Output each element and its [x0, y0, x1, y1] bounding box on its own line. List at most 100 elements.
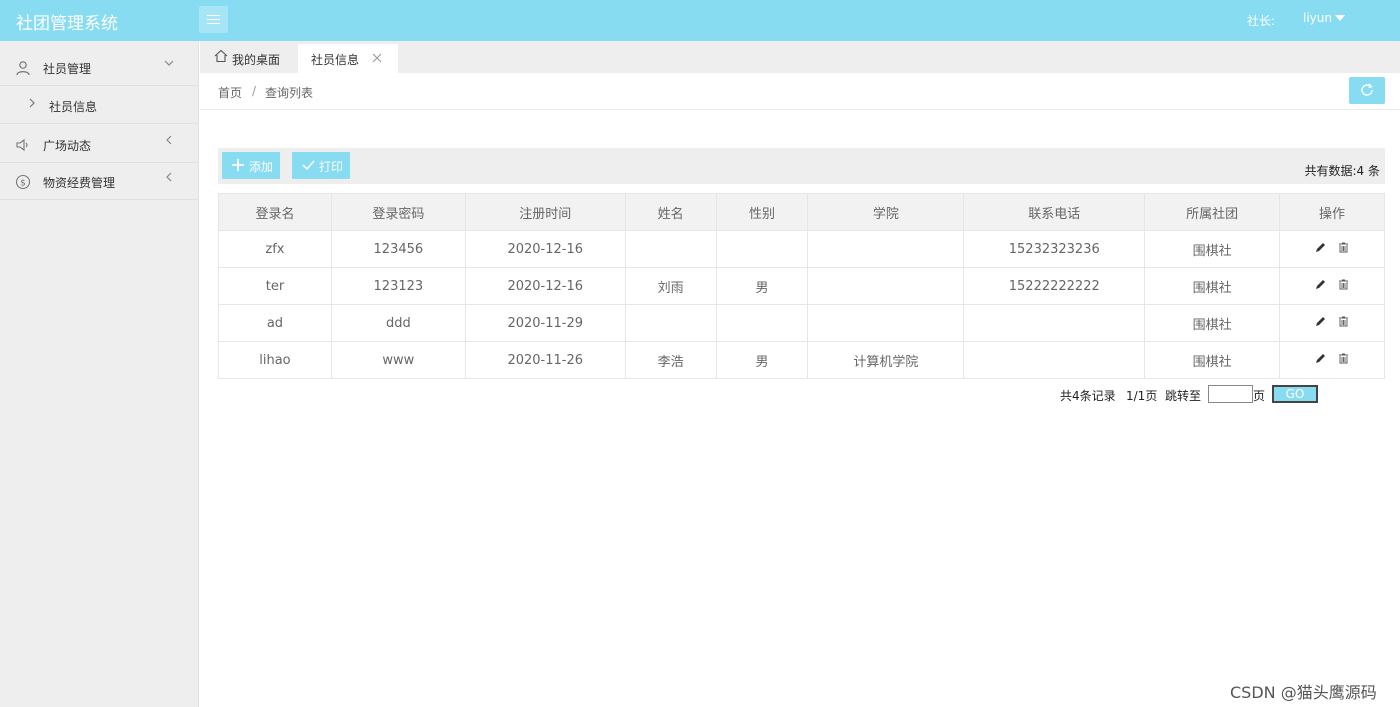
member-table: 登录名 登录密码 注册时间 姓名 性别 学院 联系电话 所属社团 操作 zfx … [218, 193, 1385, 379]
pager-page-unit: 页 [1253, 389, 1266, 403]
tab-bar: 我的桌面 社员信息 [200, 41, 1400, 73]
table-cell: www [330, 341, 466, 379]
table-cell: lihao [218, 341, 332, 379]
edit-icon[interactable] [1315, 316, 1326, 330]
top-header: 社团管理系统 社长: liyun [0, 0, 1400, 41]
sidebar-item-square-news[interactable]: 广场动态 [0, 126, 198, 163]
table-cell [715, 304, 809, 342]
table-cell: zfx [218, 230, 332, 268]
table-cell: 15222222222 [963, 267, 1146, 305]
column-header: 登录名 [218, 193, 332, 231]
print-button-label: 打印 [319, 160, 344, 174]
table-row: ad ddd 2020-11-29 围棋社 [218, 304, 1385, 342]
table-cell: 刘雨 [624, 267, 717, 305]
pager-jump-label: 跳转至 [1165, 389, 1202, 403]
sidebar-item-label: 物资经费管理 [43, 176, 116, 190]
menu-toggle-button[interactable] [199, 6, 228, 33]
sidebar-item-materials-funds[interactable]: $ 物资经费管理 [0, 163, 198, 200]
chevron-down-icon [163, 57, 175, 72]
trash-icon[interactable] [1338, 242, 1349, 256]
table-cell: 123456 [330, 230, 466, 268]
sidebar-item-label: 广场动态 [43, 139, 92, 153]
sidebar-subitem-label: 社员信息 [49, 100, 98, 114]
actions-cell [1279, 304, 1385, 342]
breadcrumb-bar: 首页 / 查询列表 [200, 73, 1400, 110]
actions-cell [1279, 230, 1385, 268]
add-button-label: 添加 [249, 160, 274, 174]
chevron-left-icon [163, 134, 175, 149]
breadcrumb-home[interactable]: 首页 [218, 84, 242, 101]
table-cell: ter [218, 267, 332, 305]
breadcrumb-separator: / [252, 84, 257, 98]
table-cell: ad [218, 304, 332, 342]
trash-icon[interactable] [1338, 316, 1349, 330]
table-cell: 2020-11-29 [464, 304, 626, 342]
sidebar-item-member-management[interactable]: 社员管理 [0, 49, 198, 86]
tab-label: 社员信息 [311, 53, 360, 67]
print-button[interactable]: 打印 [292, 152, 350, 179]
table-cell: 围棋社 [1144, 267, 1281, 305]
sidebar-item-label: 社员管理 [43, 62, 92, 76]
user-role-label: 社长: [1247, 14, 1276, 28]
tab-my-desktop[interactable]: 我的桌面 [200, 44, 296, 73]
actions-cell [1279, 341, 1385, 379]
user-name-menu[interactable]: liyun [1303, 11, 1332, 25]
table-header-row: 登录名 登录密码 注册时间 姓名 性别 学院 联系电话 所属社团 操作 [218, 193, 1385, 231]
table-cell: 2020-12-16 [464, 230, 626, 268]
trash-icon[interactable] [1338, 279, 1349, 293]
action-toolbar: 添加 打印 共有数据:4 条 [218, 148, 1385, 184]
chevron-right-icon [27, 97, 37, 112]
page-jump-input[interactable] [1208, 385, 1253, 403]
table-cell [715, 230, 809, 268]
edit-icon[interactable] [1315, 279, 1326, 293]
edit-icon[interactable] [1315, 242, 1326, 256]
table-cell [624, 304, 717, 342]
trash-icon[interactable] [1338, 353, 1349, 367]
close-icon[interactable] [372, 50, 382, 67]
table-cell: 2020-11-26 [464, 341, 626, 379]
table-row: ter 123123 2020-12-16 刘雨 男 15222222222 围… [218, 267, 1385, 305]
total-count: 共有数据:4 条 [1304, 164, 1381, 178]
column-header: 学院 [807, 193, 965, 231]
column-header: 所属社团 [1144, 193, 1281, 231]
caret-down-icon[interactable] [1335, 15, 1345, 21]
table-cell: ddd [330, 304, 466, 342]
column-header: 姓名 [624, 193, 717, 231]
chevron-left-icon [163, 171, 175, 186]
table-cell: 男 [715, 267, 809, 305]
table-cell: 围棋社 [1144, 341, 1281, 379]
table-cell [963, 341, 1146, 379]
go-button[interactable]: GO [1272, 385, 1318, 403]
watermark: CSDN @猫头鹰源码 [1230, 683, 1377, 702]
table-cell [963, 304, 1146, 342]
table-row: lihao www 2020-11-26 李浩 男 计算机学院 围棋社 [218, 341, 1385, 379]
column-header: 注册时间 [464, 193, 626, 231]
tab-member-info[interactable]: 社员信息 [298, 44, 398, 73]
speaker-icon [15, 137, 31, 153]
tab-label: 我的桌面 [232, 53, 281, 67]
table-cell: 男 [715, 341, 809, 379]
table-cell [807, 304, 965, 342]
check-icon [302, 156, 315, 175]
column-header: 联系电话 [963, 193, 1146, 231]
add-button[interactable]: 添加 [222, 152, 280, 179]
column-header: 登录密码 [330, 193, 466, 231]
dollar-icon: $ [15, 174, 31, 190]
edit-icon[interactable] [1315, 353, 1326, 367]
sidebar: 社员管理 社员信息 广场动态 $ 物资经费管理 [0, 41, 199, 707]
column-header: 性别 [715, 193, 809, 231]
pager-records: 共4条记录 [1060, 389, 1116, 403]
pager-pages: 1/1页 [1126, 389, 1158, 403]
sidebar-subitem-member-info[interactable]: 社员信息 [0, 87, 198, 124]
table-cell: 围棋社 [1144, 230, 1281, 268]
table-cell: 2020-12-16 [464, 267, 626, 305]
breadcrumb-current: 查询列表 [265, 86, 314, 100]
table-cell [807, 267, 965, 305]
svg-text:$: $ [20, 179, 26, 189]
table-cell: 围棋社 [1144, 304, 1281, 342]
plus-icon [232, 156, 244, 175]
refresh-button[interactable] [1349, 77, 1385, 104]
table-cell [807, 230, 965, 268]
table-cell: 15232323236 [963, 230, 1146, 268]
column-header: 操作 [1279, 193, 1385, 231]
